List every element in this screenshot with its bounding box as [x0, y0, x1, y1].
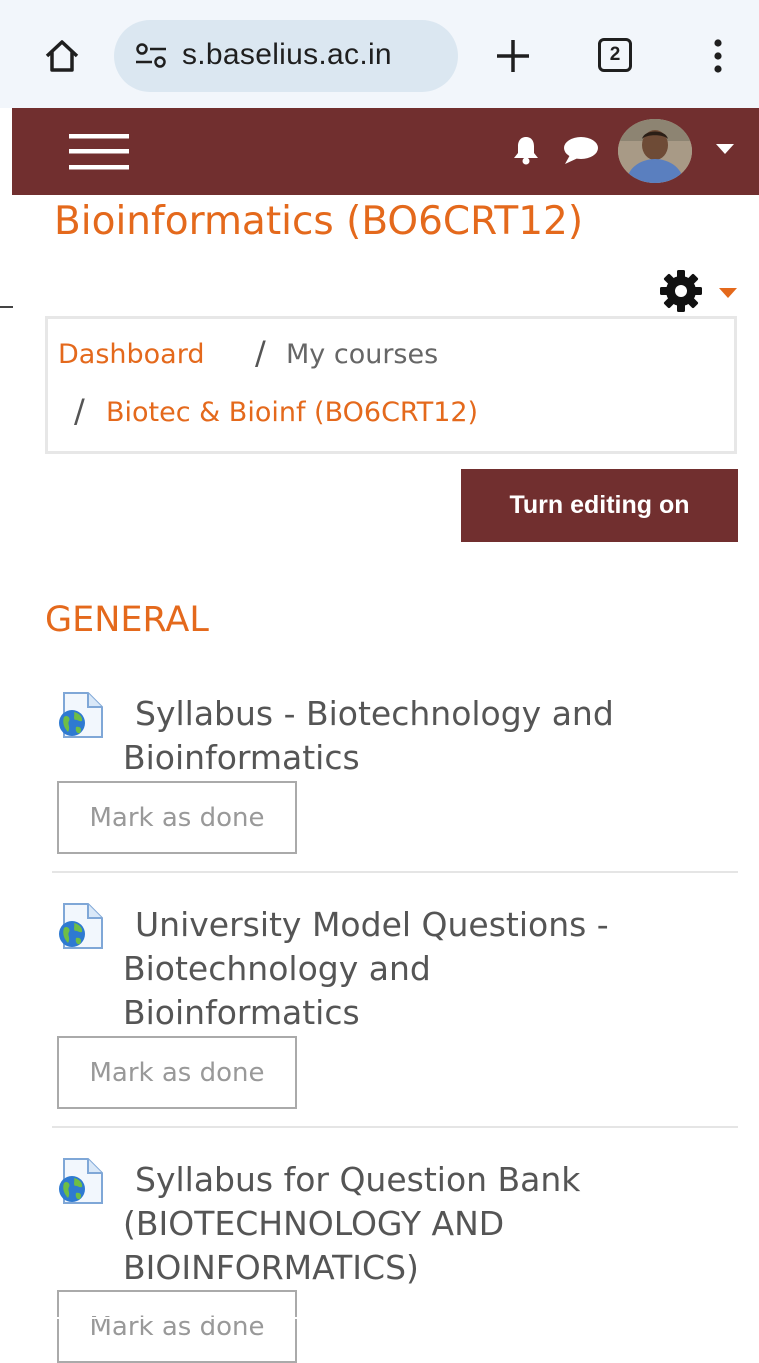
- page-title: Bioinformatics (BO6CRT12): [54, 199, 584, 244]
- section-title: GENERAL: [45, 600, 209, 640]
- bell-icon[interactable]: [510, 134, 542, 166]
- tab-switcher-icon[interactable]: 2: [598, 38, 632, 72]
- site-settings-icon[interactable]: [134, 42, 168, 70]
- chevron-down-icon[interactable]: [719, 288, 737, 299]
- breadcrumb-item-course[interactable]: Biotec & Bioinf (BO6CRT12): [106, 397, 478, 428]
- hamburger-icon[interactable]: [69, 132, 129, 172]
- activity-link[interactable]: University Model Questions - Biotechnolo…: [123, 903, 723, 1035]
- url-resource-icon: [59, 903, 103, 949]
- mark-as-done-button[interactable]: Mark as done: [57, 781, 297, 854]
- avatar[interactable]: [618, 119, 692, 183]
- turn-editing-on-button[interactable]: Turn editing on: [461, 469, 738, 542]
- address-bar[interactable]: s.baselius.ac.in: [114, 20, 458, 92]
- mark-as-done-button[interactable]: Mark as done: [57, 1290, 297, 1363]
- activity-name-line[interactable]: University Model Questions -: [123, 903, 723, 947]
- site-navbar: [12, 108, 759, 195]
- breadcrumb-separator: /: [74, 392, 85, 430]
- activity-name-line[interactable]: Bioinformatics: [123, 991, 723, 1035]
- divider: [52, 871, 738, 873]
- home-icon[interactable]: [42, 36, 82, 76]
- activity-link[interactable]: Syllabus for Question Bank (BIOTECHNOLOG…: [123, 1158, 723, 1290]
- breadcrumb: Dashboard / My courses / Biotec & Bioinf…: [45, 316, 737, 454]
- new-tab-icon[interactable]: [493, 36, 533, 76]
- url-text[interactable]: s.baselius.ac.in: [182, 38, 392, 72]
- divider: [52, 1126, 738, 1128]
- mark-as-done-button[interactable]: Mark as done: [57, 1036, 297, 1109]
- breadcrumb-item-my-courses[interactable]: My courses: [286, 339, 438, 370]
- breadcrumb-separator: /: [255, 334, 266, 372]
- activity-name-line[interactable]: Syllabus - Biotechnology and: [123, 692, 723, 736]
- browser-toolbar: s.baselius.ac.in 2: [0, 0, 759, 108]
- divider: [0, 306, 13, 308]
- activity-link[interactable]: Syllabus - Biotechnology and Bioinformat…: [123, 692, 723, 780]
- activity-name-line[interactable]: BIOINFORMATICS): [123, 1246, 723, 1290]
- activity-name-line[interactable]: (BIOTECHNOLOGY AND: [123, 1202, 723, 1246]
- url-resource-icon: [59, 1158, 103, 1204]
- breadcrumb-item-dashboard[interactable]: Dashboard: [58, 339, 204, 370]
- chat-icon[interactable]: [562, 134, 600, 166]
- url-resource-icon: [59, 692, 103, 738]
- activity-name-line[interactable]: Bioinformatics: [123, 736, 723, 780]
- activity-name-line[interactable]: Syllabus for Question Bank: [123, 1158, 723, 1202]
- activity-name-line[interactable]: Biotechnology and: [123, 947, 723, 991]
- chevron-down-icon[interactable]: [716, 144, 734, 156]
- more-menu-icon[interactable]: [706, 36, 730, 76]
- gear-icon[interactable]: [658, 268, 704, 314]
